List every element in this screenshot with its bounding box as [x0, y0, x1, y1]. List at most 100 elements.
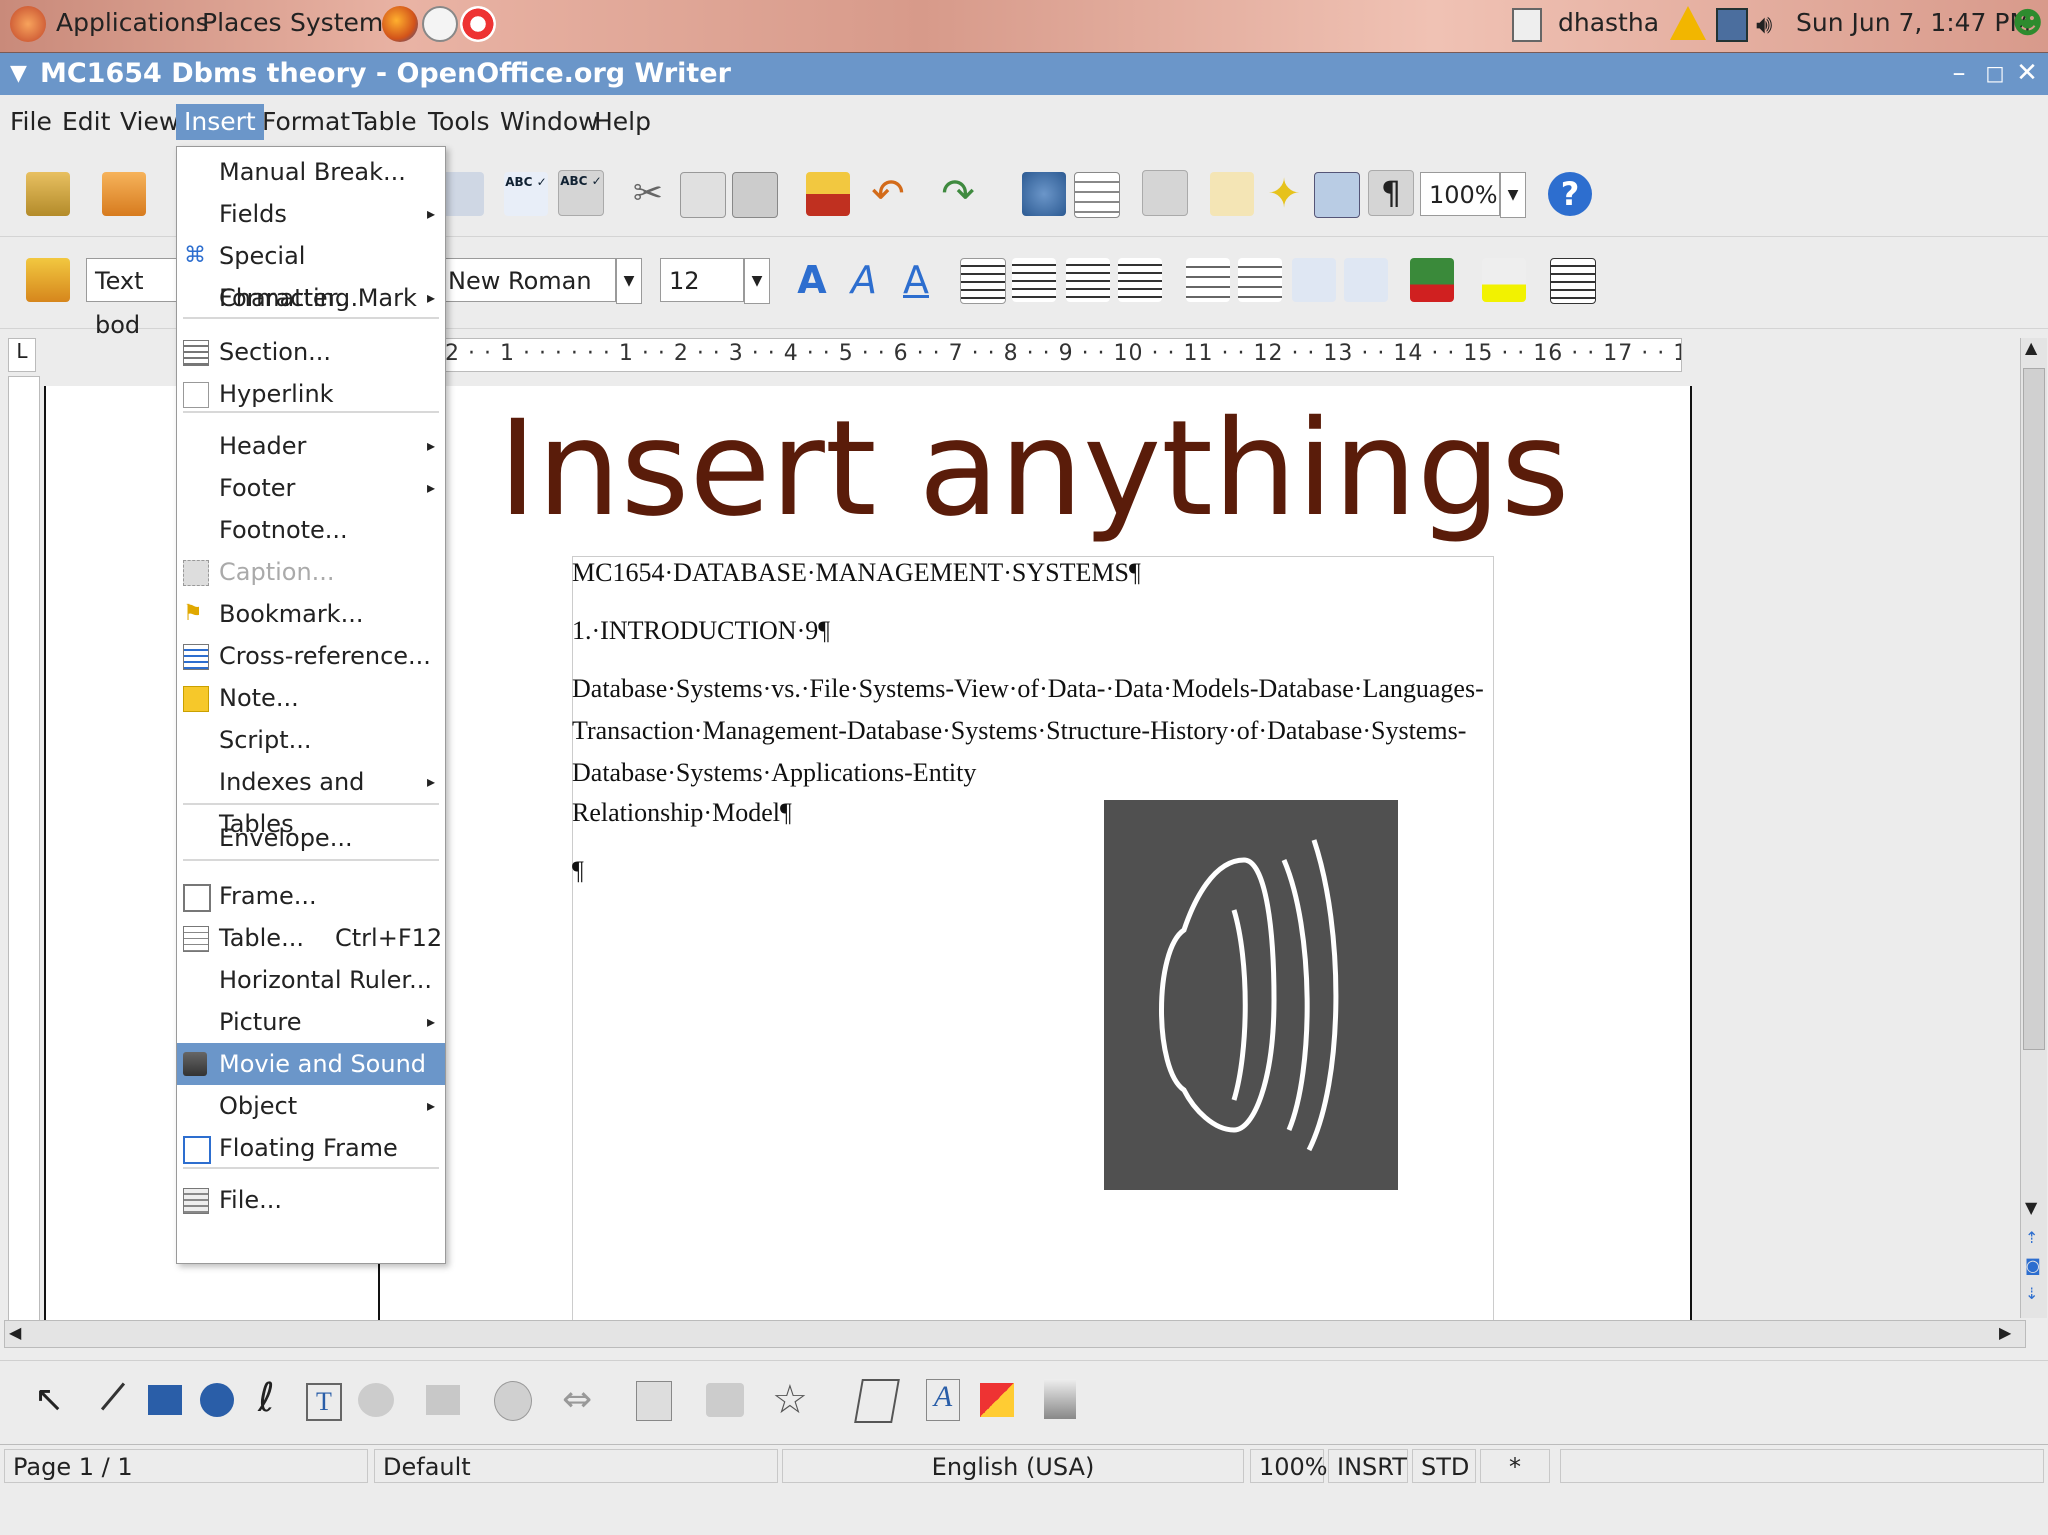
- menu-format[interactable]: Format: [254, 104, 358, 140]
- zoom-level[interactable]: 100%: [1250, 1449, 1328, 1483]
- callouts-icon[interactable]: [358, 1383, 394, 1417]
- menu-table[interactable]: Table: [344, 104, 425, 140]
- menu-item-bookmark[interactable]: ⚑ Bookmark...: [177, 593, 445, 635]
- minimize-button[interactable]: –: [1942, 57, 1976, 89]
- warning-icon[interactable]: [1670, 6, 1706, 40]
- font-size-field[interactable]: 12: [660, 258, 744, 302]
- extrusion-icon[interactable]: [1044, 1379, 1076, 1419]
- applications-menu[interactable]: Applications: [56, 8, 209, 37]
- menu-item-floating-frame[interactable]: Floating Frame: [177, 1127, 445, 1169]
- font-dropdown-icon[interactable]: ▼: [616, 258, 642, 304]
- background-color-icon[interactable]: [1550, 258, 1596, 304]
- menu-item-movie-and-sound[interactable]: Movie and Sound: [177, 1043, 445, 1085]
- menu-item-header[interactable]: Header ▸: [177, 425, 445, 467]
- mail-icon[interactable]: [422, 6, 458, 42]
- doc-line-1[interactable]: MC1654·DATABASE·MANAGEMENT·SYSTEMS¶: [572, 558, 1141, 588]
- scroll-down-icon[interactable]: ▼: [2025, 1198, 2037, 1217]
- vertical-scrollbar[interactable]: ▲ ▼ ⇡ ◙ ⇣: [2020, 338, 2047, 1318]
- line-icon[interactable]: [100, 1382, 126, 1411]
- help-lifebuoy-icon[interactable]: [460, 6, 496, 42]
- menu-edit[interactable]: Edit: [54, 104, 118, 140]
- redo-icon[interactable]: ↷: [936, 172, 980, 216]
- menu-item-indexes-and-tables[interactable]: Indexes and Tables ▸: [177, 761, 445, 838]
- font-name-field[interactable]: New Roman: [440, 258, 616, 302]
- clone-format-icon[interactable]: [806, 172, 850, 216]
- menu-item-frame[interactable]: Frame...: [177, 875, 445, 917]
- user-switch-icon[interactable]: [1512, 8, 1542, 42]
- autospellcheck-icon[interactable]: ABC ✓: [558, 170, 604, 216]
- menu-item-horizontal-ruler[interactable]: Horizontal Ruler...: [177, 959, 445, 1001]
- accessibility-icon[interactable]: ☻: [2012, 6, 2043, 44]
- block-arrows-icon[interactable]: ⇔: [562, 1379, 592, 1420]
- italic-icon[interactable]: A: [842, 258, 886, 302]
- menu-item-cross-reference[interactable]: Cross-reference...: [177, 635, 445, 677]
- menu-item-object[interactable]: Object ▸: [177, 1085, 445, 1127]
- next-page-icon[interactable]: ⇣: [2025, 1284, 2038, 1303]
- paragraph-style-field[interactable]: Text bod: [86, 258, 178, 339]
- show-draw-functions-icon[interactable]: [1142, 170, 1188, 216]
- menu-item-file[interactable]: File...: [177, 1179, 445, 1221]
- window-menu-icon[interactable]: ▼: [10, 61, 27, 86]
- menu-item-special-character[interactable]: ⌘ Special Character...: [177, 235, 445, 312]
- horizontal-ruler[interactable]: 2 · · 1 · · · · · · 1 · · 2 · · 3 · · 4 …: [440, 338, 1682, 372]
- menu-item-note[interactable]: Note...: [177, 677, 445, 719]
- table-icon[interactable]: [1074, 172, 1120, 218]
- menu-item-hyperlink[interactable]: Hyperlink: [177, 373, 445, 415]
- doc-line-3[interactable]: Database·Systems·vs.·File·Systems-View·o…: [572, 674, 1484, 704]
- spellcheck-icon[interactable]: ABC ✓: [504, 172, 548, 216]
- fontwork-gallery-icon[interactable]: A: [926, 1379, 960, 1421]
- freeform-icon[interactable]: ℓ: [258, 1375, 275, 1421]
- speaker-image[interactable]: [1104, 800, 1398, 1190]
- menu-item-fields[interactable]: Fields ▸: [177, 193, 445, 235]
- doc-line-7[interactable]: ¶: [572, 856, 584, 886]
- insert-mode[interactable]: INSRT: [1328, 1449, 1408, 1483]
- decrease-indent-icon[interactable]: [1292, 258, 1336, 302]
- menu-item-envelope[interactable]: Envelope...: [177, 817, 445, 859]
- menu-item-picture[interactable]: Picture ▸: [177, 1001, 445, 1043]
- open-icon[interactable]: [102, 172, 146, 216]
- new-document-icon[interactable]: [26, 172, 70, 216]
- menu-tools[interactable]: Tools: [420, 104, 498, 140]
- align-left-icon[interactable]: [960, 258, 1006, 304]
- hyperlink-icon[interactable]: [1022, 172, 1066, 216]
- close-button[interactable]: ✕: [2010, 57, 2044, 89]
- gnome-foot-icon[interactable]: [10, 6, 46, 42]
- tab-stop-selector[interactable]: L: [8, 338, 36, 372]
- menu-help[interactable]: Help: [586, 104, 659, 140]
- styles-formatting-icon[interactable]: [26, 258, 70, 302]
- symbol-shapes-icon[interactable]: [494, 1381, 532, 1421]
- flowcharts-icon[interactable]: [636, 1381, 672, 1421]
- places-menu[interactable]: Places: [202, 8, 282, 37]
- previous-page-icon[interactable]: ⇡: [2025, 1228, 2038, 1247]
- menu-file[interactable]: File: [2, 104, 60, 140]
- firefox-icon[interactable]: [382, 6, 418, 42]
- paste-icon[interactable]: [732, 172, 778, 218]
- numbering-icon[interactable]: [1186, 258, 1230, 302]
- align-center-icon[interactable]: [1012, 258, 1056, 302]
- scroll-left-icon[interactable]: ◀: [9, 1323, 21, 1342]
- stars-icon[interactable]: ☆: [772, 1377, 808, 1423]
- from-file-icon[interactable]: [980, 1383, 1014, 1417]
- font-color-icon[interactable]: [1410, 258, 1454, 302]
- align-right-icon[interactable]: [1066, 258, 1110, 302]
- fontwork-heading[interactable]: Insert anythings: [498, 392, 1570, 546]
- bold-icon[interactable]: A: [790, 258, 834, 302]
- copy-icon[interactable]: [680, 172, 726, 218]
- bullets-icon[interactable]: [1238, 258, 1282, 302]
- points-icon[interactable]: [854, 1379, 900, 1423]
- menu-item-script[interactable]: Script...: [177, 719, 445, 761]
- zoom-field[interactable]: 100%: [1420, 172, 1500, 216]
- doc-line-6[interactable]: Relationship·Model¶: [572, 798, 792, 828]
- text-icon[interactable]: T: [306, 1383, 342, 1421]
- maximize-button[interactable]: □: [1978, 57, 2012, 89]
- formatting-marks-icon[interactable]: ¶: [1368, 170, 1414, 216]
- selection-mode[interactable]: STD: [1412, 1449, 1476, 1483]
- network-icon[interactable]: [1716, 8, 1748, 42]
- doc-line-2[interactable]: 1.·INTRODUCTION·9¶: [572, 616, 830, 646]
- menu-item-footer[interactable]: Footer ▸: [177, 467, 445, 509]
- underline-icon[interactable]: A: [894, 258, 938, 302]
- menu-insert[interactable]: Insert: [176, 104, 264, 140]
- menu-item-section[interactable]: Section...: [177, 331, 445, 373]
- font-size-dropdown-icon[interactable]: ▼: [744, 258, 770, 304]
- navigator-icon[interactable]: ✦: [1262, 172, 1306, 216]
